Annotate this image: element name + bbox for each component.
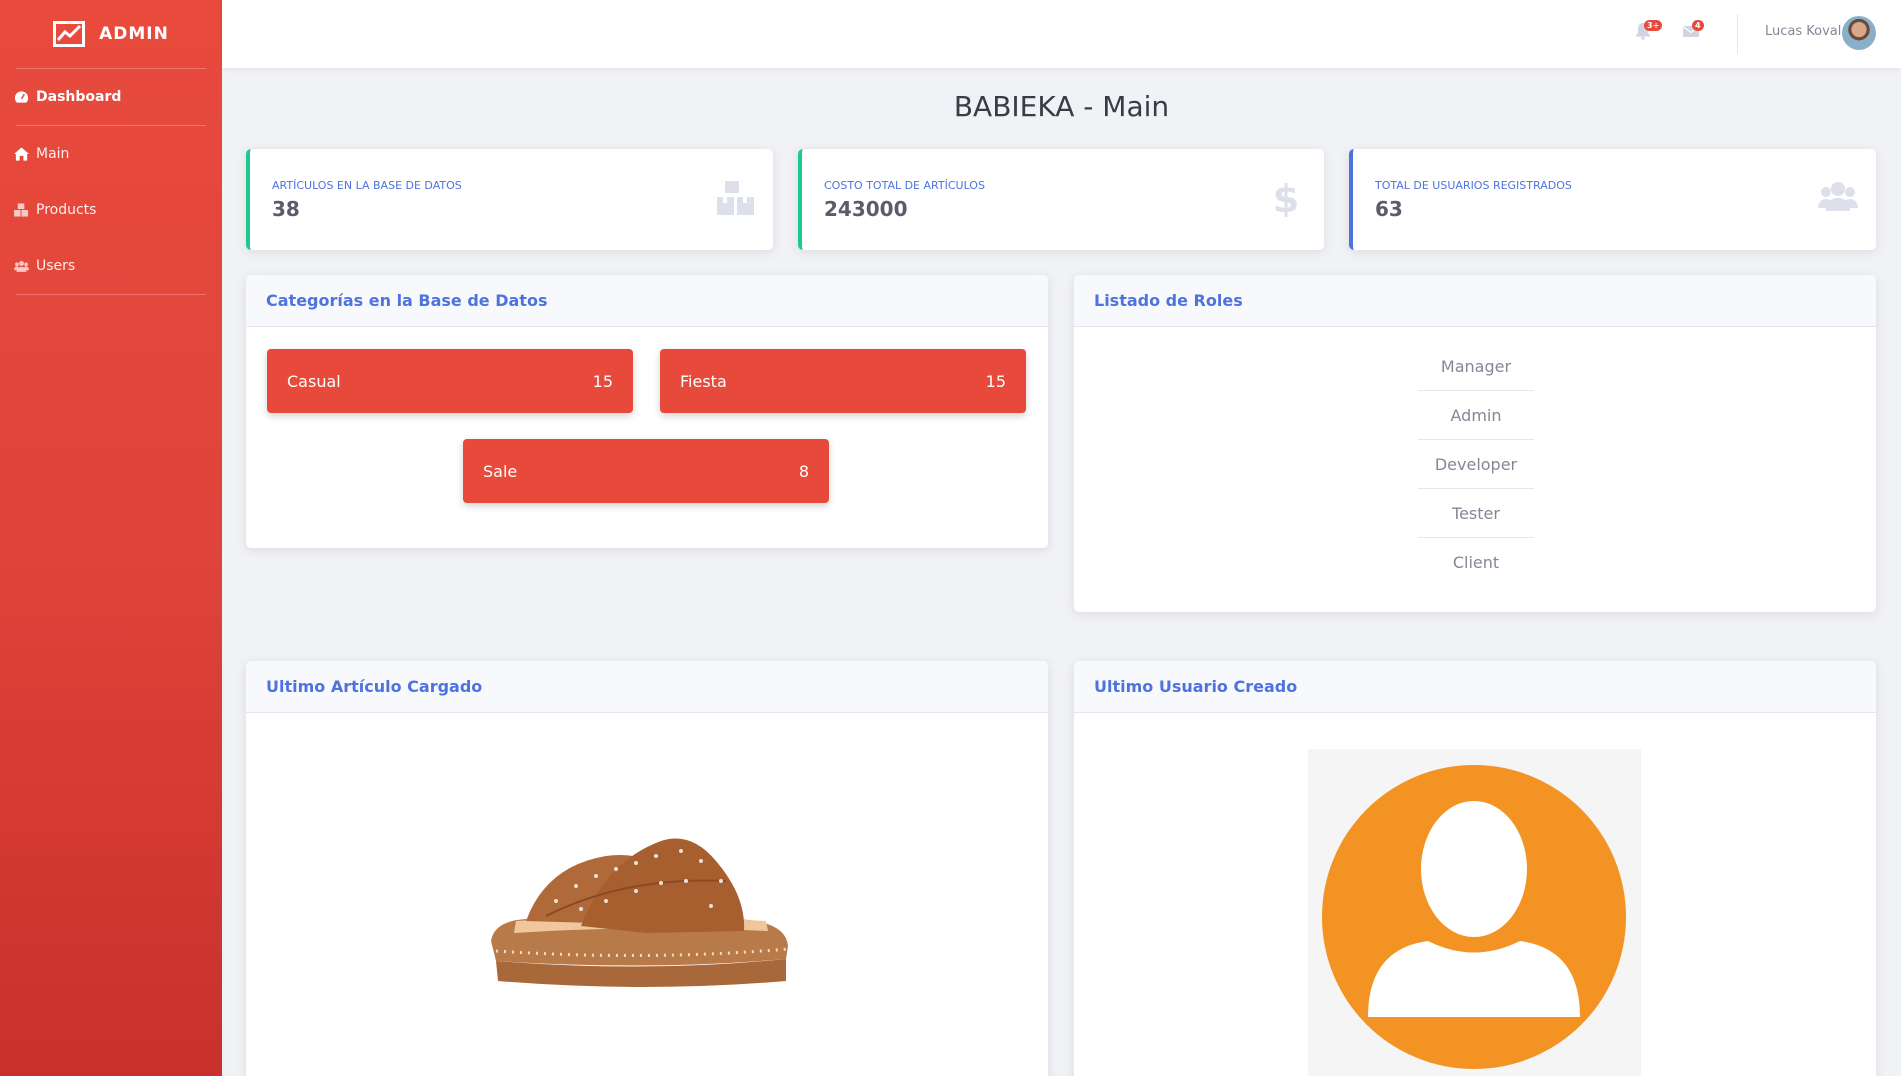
user-avatar[interactable] xyxy=(1842,16,1876,50)
stat-value: 38 xyxy=(272,197,300,221)
last-product-card-title: Ultimo Artículo Cargado xyxy=(246,661,1048,713)
brand-label: ADMIN xyxy=(99,24,169,44)
last-product-card: Ultimo Artículo Cargado xyxy=(246,661,1048,1076)
chart-line-icon xyxy=(53,21,86,47)
categories-card: Categorías en la Base de Datos Casual 15… xyxy=(246,275,1048,548)
sidebar-item-label: Users xyxy=(36,258,76,274)
users-icon xyxy=(1818,182,1858,211)
stat-card-articles: Artículos en la Base de Datos 38 xyxy=(246,149,773,250)
role-item: Developer xyxy=(1418,440,1534,489)
alerts-badge: 3+ xyxy=(1644,20,1663,31)
roles-list: Manager Admin Developer Tester Client xyxy=(1418,342,1534,587)
sidebar-item-users[interactable]: Users xyxy=(0,238,222,294)
product-image xyxy=(491,838,789,987)
categories-card-title: Categorías en la Base de Datos xyxy=(246,275,1048,327)
sidebar-divider xyxy=(16,294,206,295)
brand[interactable]: ADMIN xyxy=(0,0,222,68)
sidebar: ADMIN Dashboard Main Products Users xyxy=(0,0,222,1076)
sidebar-item-label: Main xyxy=(36,146,70,162)
stat-value: 63 xyxy=(1375,197,1403,221)
roles-card: Listado de Roles Manager Admin Developer… xyxy=(1074,275,1876,612)
stat-card-users: Total de usuarios registrados 63 xyxy=(1349,149,1876,250)
alerts-button[interactable]: 3+ xyxy=(1634,20,1663,42)
dollar-icon: $ xyxy=(1273,179,1299,217)
last-user-card: Ultimo Usuario Creado xyxy=(1074,661,1876,1076)
page-title: BABIEKA - Main xyxy=(953,90,1170,123)
topbar: 3+ 4 Lucas Koval xyxy=(222,0,1901,68)
role-item: Client xyxy=(1452,553,1500,572)
sidebar-item-label: Products xyxy=(36,202,97,218)
category-fiesta[interactable]: Fiesta 15 xyxy=(660,349,1026,413)
svg-text:$: $ xyxy=(1273,179,1299,217)
roles-card-title: Listado de Roles xyxy=(1074,275,1876,327)
user-image xyxy=(1308,749,1641,1076)
stat-label: Total de usuarios registrados xyxy=(1375,179,1572,192)
role-item: Admin xyxy=(1418,391,1534,440)
tachometer-icon xyxy=(14,91,29,103)
category-count: 15 xyxy=(592,371,613,391)
category-count: 8 xyxy=(798,461,809,481)
category-name: Fiesta xyxy=(680,371,727,391)
stat-label: Artículos en la Base de Datos xyxy=(272,179,462,192)
stat-card-cost: Costo total de artículos 243000 $ xyxy=(798,149,1324,250)
last-user-card-title: Ultimo Usuario Creado xyxy=(1074,661,1876,713)
topbar-divider xyxy=(1737,14,1738,54)
messages-badge: 4 xyxy=(1692,20,1704,31)
sidebar-item-products[interactable]: Products xyxy=(0,182,222,238)
category-casual[interactable]: Casual 15 xyxy=(267,349,633,413)
category-name: Sale xyxy=(483,461,518,481)
role-item: Manager xyxy=(1418,342,1534,391)
category-sale[interactable]: Sale 8 xyxy=(463,439,829,503)
users-icon xyxy=(14,261,29,272)
sidebar-item-dashboard[interactable]: Dashboard xyxy=(0,69,222,125)
home-icon xyxy=(14,147,29,161)
sidebar-item-label: Dashboard xyxy=(36,89,122,105)
category-name: Casual xyxy=(287,371,341,391)
user-name[interactable]: Lucas Koval xyxy=(1765,24,1841,39)
sidebar-item-main[interactable]: Main xyxy=(0,126,222,182)
role-item: Tester xyxy=(1418,489,1534,538)
boxes-icon xyxy=(717,181,754,215)
stat-value: 243000 xyxy=(824,197,908,221)
messages-button[interactable]: 4 xyxy=(1682,20,1704,42)
default-avatar-icon xyxy=(1322,765,1626,1069)
stat-label: Costo total de artículos xyxy=(824,179,985,192)
category-count: 15 xyxy=(985,371,1006,391)
boxes-icon xyxy=(14,203,29,217)
